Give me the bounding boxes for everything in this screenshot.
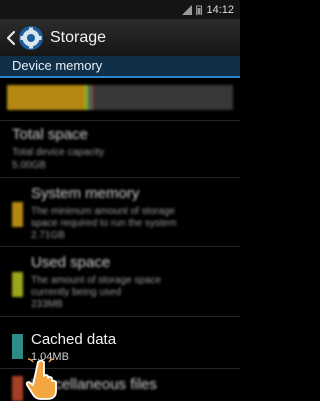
system-memory-description-line1: The minimum amount of storage — [31, 206, 175, 217]
used-space-description-line2: currently being used — [31, 287, 122, 298]
used-space-description-line1: The amount of storage space — [31, 275, 162, 286]
total-space-title: Total space — [12, 126, 88, 143]
cached-data-color-swatch — [12, 334, 23, 359]
tap-hand-pointer-icon — [25, 356, 57, 400]
used-space-title: Used space — [31, 254, 111, 271]
status-bar: 14:12 — [0, 0, 240, 19]
back-icon[interactable] — [5, 29, 17, 47]
battery-icon — [196, 5, 203, 15]
page-title: Storage — [50, 28, 107, 46]
total-space-description: Total device capacity — [12, 147, 105, 158]
system-memory-value: 2.71GB — [31, 230, 65, 241]
list-item-total-space[interactable]: Total space Total device capacity 5.00GB — [0, 120, 240, 177]
cached-data-title: Cached data — [31, 331, 117, 348]
settings-gear-icon[interactable] — [18, 25, 44, 51]
signal-icon — [182, 4, 193, 15]
system-memory-title: System memory — [31, 185, 140, 202]
usage-segment-system — [7, 85, 84, 110]
system-memory-color-swatch — [12, 202, 23, 227]
action-bar: Storage — [0, 19, 240, 56]
misc-files-color-swatch — [12, 376, 23, 401]
list-item-system-memory[interactable]: System memory The minimum amount of stor… — [0, 177, 240, 246]
total-space-value: 5.00GB — [12, 160, 46, 171]
system-memory-description-line2: space required to run the system — [31, 218, 177, 229]
used-space-value: 233MB — [31, 299, 63, 310]
used-space-color-swatch — [12, 272, 23, 297]
storage-usage-bar — [7, 85, 233, 110]
section-header-device-memory: Device memory — [0, 56, 240, 78]
list-item-used-space[interactable]: Used space The amount of storage space c… — [0, 246, 240, 316]
usage-segment-available — [93, 85, 233, 110]
status-time: 14:12 — [206, 3, 234, 16]
